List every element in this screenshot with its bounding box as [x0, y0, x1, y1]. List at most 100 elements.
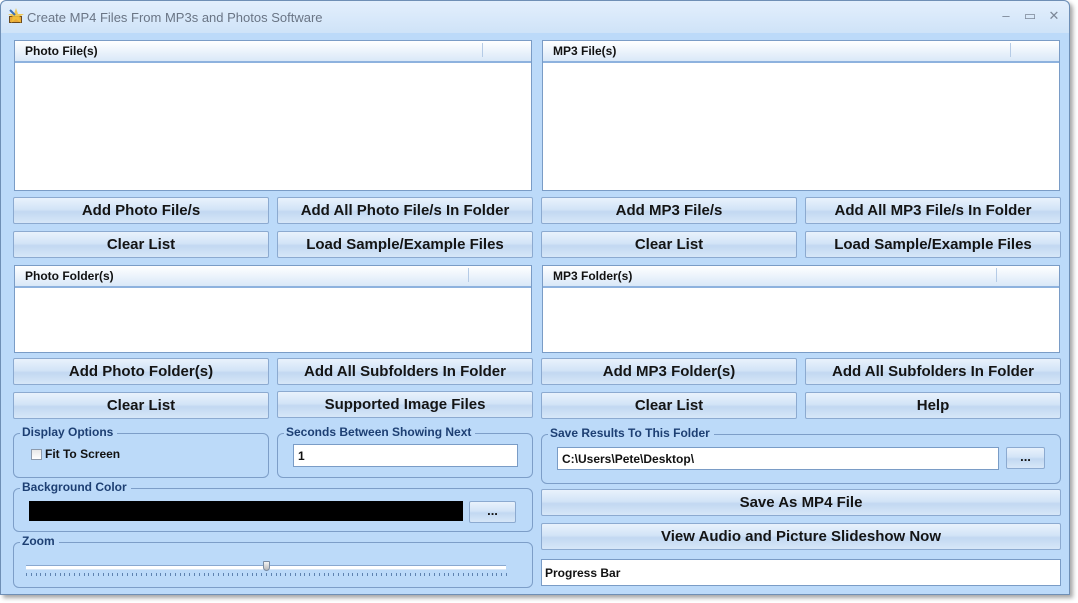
- zoom-tick: [107, 573, 109, 576]
- add-mp3-files-button[interactable]: Add MP3 File/s: [541, 197, 797, 224]
- add-photo-folders-button[interactable]: Add Photo Folder(s): [13, 358, 269, 385]
- zoom-tick: [179, 573, 181, 576]
- save-folder-input[interactable]: C:\Users\Pete\Desktop\: [557, 447, 999, 470]
- zoom-tick: [203, 573, 205, 576]
- add-photo-files-button[interactable]: Add Photo File/s: [13, 197, 269, 224]
- minimize-icon: –: [1002, 8, 1010, 23]
- zoom-tick: [414, 573, 416, 576]
- photo-files-header[interactable]: Photo File(s): [15, 41, 531, 63]
- zoom-tick: [227, 573, 229, 576]
- zoom-tick: [165, 573, 167, 576]
- column-separator[interactable]: [468, 268, 469, 282]
- zoom-tick: [352, 573, 354, 576]
- zoom-tick: [126, 573, 128, 576]
- minimize-button[interactable]: –: [997, 7, 1015, 25]
- zoom-tick: [429, 573, 431, 576]
- zoom-group: Zoom: [13, 534, 533, 588]
- mp3-files-header[interactable]: MP3 File(s): [543, 41, 1059, 63]
- add-photo-subfolders-button[interactable]: Add All Subfolders In Folder: [277, 358, 533, 385]
- zoom-tick: [299, 573, 301, 576]
- load-sample-photos-button[interactable]: Load Sample/Example Files: [277, 231, 533, 258]
- zoom-tick: [491, 573, 493, 576]
- supported-image-files-button[interactable]: Supported Image Files: [277, 391, 533, 418]
- zoom-tick: [222, 573, 224, 576]
- mp3-files-list[interactable]: MP3 File(s): [542, 40, 1060, 191]
- zoom-tick: [232, 573, 234, 576]
- column-separator[interactable]: [996, 268, 997, 282]
- mp3-files-column-label: MP3 File(s): [553, 44, 617, 58]
- zoom-slider[interactable]: [26, 561, 507, 577]
- zoom-tick: [328, 573, 330, 576]
- zoom-tick: [314, 573, 315, 576]
- save-folder-browse-button[interactable]: ...: [1006, 447, 1045, 469]
- add-mp3-folders-button[interactable]: Add MP3 Folder(s): [541, 358, 797, 385]
- display-options-label: Display Options: [20, 425, 118, 439]
- zoom-tick: [237, 573, 239, 576]
- zoom-tick: [347, 573, 349, 576]
- zoom-tick: [496, 573, 498, 576]
- add-mp3-subfolders-button[interactable]: Add All Subfolders In Folder: [805, 358, 1061, 385]
- zoom-tick: [467, 573, 469, 576]
- zoom-tick: [443, 573, 445, 576]
- photo-files-list[interactable]: Photo File(s): [14, 40, 532, 191]
- load-sample-mp3s-button[interactable]: Load Sample/Example Files: [805, 231, 1061, 258]
- zoom-tick: [242, 573, 243, 576]
- maximize-button[interactable]: ▭: [1021, 7, 1039, 25]
- zoom-tick: [424, 573, 426, 576]
- zoom-tick: [45, 573, 47, 576]
- zoom-tick: [309, 573, 311, 576]
- zoom-tick: [213, 573, 215, 576]
- save-folder-label: Save Results To This Folder: [548, 426, 714, 440]
- zoom-tick: [83, 573, 85, 576]
- zoom-tick: [400, 573, 402, 576]
- photo-folders-header[interactable]: Photo Folder(s): [15, 266, 531, 288]
- photo-folders-column-label: Photo Folder(s): [25, 269, 114, 283]
- zoom-tick: [30, 573, 32, 576]
- zoom-tick: [357, 573, 359, 576]
- zoom-tick: [405, 573, 407, 576]
- zoom-tick: [381, 573, 383, 576]
- zoom-tick: [376, 573, 378, 576]
- photo-folders-list[interactable]: Photo Folder(s): [14, 265, 532, 353]
- zoom-tick: [458, 573, 459, 576]
- zoom-tick: [386, 573, 387, 576]
- zoom-tick: [434, 573, 435, 576]
- progress-bar: Progress Bar: [541, 559, 1061, 586]
- add-all-mp3-files-in-folder-button[interactable]: Add All MP3 File/s In Folder: [805, 197, 1061, 224]
- zoom-tick: [462, 573, 464, 576]
- app-icon: [8, 8, 24, 23]
- zoom-tick: [371, 573, 373, 576]
- background-color-browse-button[interactable]: ...: [469, 501, 516, 523]
- zoom-tick: [218, 573, 219, 576]
- background-color-swatch[interactable]: [29, 501, 463, 521]
- fit-to-screen-label[interactable]: Fit To Screen: [45, 447, 120, 461]
- zoom-tick: [453, 573, 455, 576]
- clear-photo-folders-button[interactable]: Clear List: [13, 392, 269, 419]
- column-separator[interactable]: [482, 43, 483, 57]
- view-slideshow-button[interactable]: View Audio and Picture Slideshow Now: [541, 523, 1061, 550]
- mp3-folders-list[interactable]: MP3 Folder(s): [542, 265, 1060, 353]
- photo-files-column-label: Photo File(s): [25, 44, 98, 58]
- zoom-tick: [155, 573, 157, 576]
- clear-mp3-list-button[interactable]: Clear List: [541, 231, 797, 258]
- save-as-mp4-button[interactable]: Save As MP4 File: [541, 489, 1061, 516]
- zoom-slider-thumb[interactable]: [263, 561, 270, 571]
- add-all-photo-files-in-folder-button[interactable]: Add All Photo File/s In Folder: [277, 197, 533, 224]
- clear-photo-list-button[interactable]: Clear List: [13, 231, 269, 258]
- mp3-folders-header[interactable]: MP3 Folder(s): [543, 266, 1059, 288]
- seconds-between-input[interactable]: 1: [293, 444, 518, 467]
- clear-mp3-folders-button[interactable]: Clear List: [541, 392, 797, 419]
- zoom-tick: [506, 573, 507, 576]
- help-button[interactable]: Help: [805, 392, 1061, 419]
- title-bar[interactable]: Create MP4 Files From MP3s and Photos So…: [1, 1, 1069, 33]
- zoom-tick: [342, 573, 344, 576]
- close-button[interactable]: ✕: [1045, 7, 1063, 25]
- app-window: Create MP4 Files From MP3s and Photos So…: [0, 0, 1070, 595]
- zoom-tick: [472, 573, 474, 576]
- fit-to-screen-checkbox[interactable]: [31, 449, 42, 460]
- zoom-tick: [93, 573, 95, 576]
- column-separator[interactable]: [1010, 43, 1011, 57]
- zoom-tick: [146, 573, 147, 576]
- progress-bar-label: Progress Bar: [545, 566, 621, 580]
- background-color-group: Background Color ...: [13, 480, 533, 532]
